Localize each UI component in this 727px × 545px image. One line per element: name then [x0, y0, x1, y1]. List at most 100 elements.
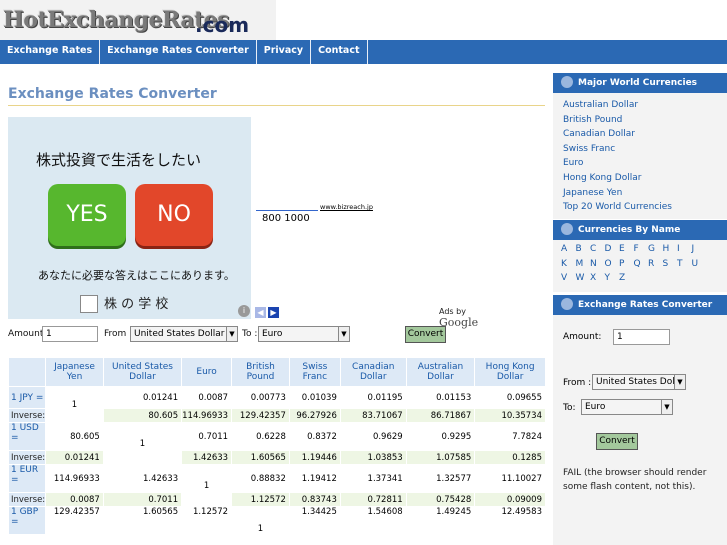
letter-link[interactable]: F: [634, 244, 649, 259]
table-cell: 0.01153: [405, 386, 476, 409]
to-select[interactable]: Euro ▼: [258, 326, 350, 342]
letter-link[interactable]: G: [648, 244, 663, 259]
letter-link[interactable]: D: [605, 244, 620, 259]
flash-fail-message: FAIL (the browser should render some fla…: [563, 468, 707, 492]
from-select-value: United States Doll: [596, 377, 678, 387]
letter-link[interactable]: R: [648, 259, 663, 274]
ad-no-button[interactable]: NO: [135, 184, 213, 246]
corner-cell: [7, 357, 47, 387]
letter-link[interactable]: Z: [619, 273, 634, 288]
rates-table: Japanese Yen United States Dollar Euro B…: [7, 357, 546, 535]
major-currencies-panel: Major World Currencies Australian Dollar…: [553, 73, 727, 219]
table-cell: 0.83743: [288, 492, 341, 507]
letter-link[interactable]: H: [663, 244, 678, 259]
letter-link[interactable]: N: [590, 259, 605, 274]
logo-suffix: .com: [195, 13, 250, 37]
col-header[interactable]: Australian Dollar: [405, 357, 476, 387]
letter-link[interactable]: J: [692, 244, 707, 259]
letter-link[interactable]: M: [576, 259, 591, 274]
nav-contact[interactable]: Contact: [311, 40, 368, 64]
nav-privacy[interactable]: Privacy: [257, 40, 312, 64]
table-row: 1 EUR = 114.96933 1.42633 1 0.88832 1.19…: [7, 464, 546, 507]
sidebar-item-top-20[interactable]: Top 20 World Currencies: [553, 200, 727, 215]
panel-title: Currencies By Name: [578, 225, 681, 235]
letter-link[interactable]: V: [561, 273, 576, 288]
row-label[interactable]: 1 JPY =: [7, 386, 47, 409]
inverse-label: Inverse:: [7, 492, 47, 507]
sidebar-convert-button[interactable]: Convert: [596, 433, 638, 450]
col-header[interactable]: Canadian Dollar: [339, 357, 407, 387]
to-select-value: Euro: [262, 329, 283, 339]
from-select[interactable]: United States Dollar ▼: [130, 326, 238, 342]
ad-next-arrow-icon[interactable]: ▶: [268, 307, 279, 318]
ad-info-icon[interactable]: i: [238, 305, 250, 317]
letter-link[interactable]: Q: [634, 259, 649, 274]
sidebar-item-australian-dollar[interactable]: Australian Dollar: [553, 98, 727, 113]
globe-icon: [561, 223, 573, 235]
col-header[interactable]: Japanese Yen: [45, 357, 104, 387]
sidebar-item-euro[interactable]: Euro: [553, 156, 727, 171]
sidebar-from-select[interactable]: United States Doll ▼: [592, 374, 686, 390]
letter-link[interactable]: I: [677, 244, 692, 259]
letter-link[interactable]: P: [619, 259, 634, 274]
table-cell: 0.00773: [231, 386, 290, 409]
sidebar-converter-panel: Exchange Rates Converter Amount: From : …: [553, 295, 727, 545]
col-header[interactable]: United States Dollar: [102, 357, 183, 387]
nav-exchange-rates-converter[interactable]: Exchange Rates Converter: [100, 40, 257, 64]
ad-yes-button[interactable]: YES: [48, 184, 126, 246]
ads-by-google[interactable]: Ads by Google: [439, 307, 498, 329]
chevron-down-icon: ▼: [226, 327, 237, 341]
letter-link[interactable]: U: [692, 259, 707, 274]
convert-button[interactable]: Convert: [405, 326, 446, 343]
nav-exchange-rates[interactable]: Exchange Rates: [0, 40, 101, 64]
to-label: To :: [242, 329, 258, 339]
sidebar-item-japanese-yen[interactable]: Japanese Yen: [553, 186, 727, 201]
main-nav: Exchange Rates Exchange Rates Converter …: [0, 40, 727, 64]
table-cell: 83.71067: [339, 408, 407, 423]
col-header[interactable]: British Pound: [231, 357, 290, 387]
site-logo[interactable]: HotExchangeRates .com: [0, 0, 276, 40]
letter-link[interactable]: A: [561, 244, 576, 259]
letter-link[interactable]: Y: [605, 273, 620, 288]
letter-link[interactable]: X: [590, 273, 605, 288]
row-label[interactable]: 1 GBP =: [7, 506, 47, 535]
letter-index: A B C D E F G H I J K M N O P Q R S T U V W X Y Z: [553, 240, 727, 292]
ad-link[interactable]: www.bizreach.jp: [320, 203, 373, 211]
panel-body: Australian Dollar British Pound Canadian…: [553, 93, 727, 219]
sidebar-item-canadian-dollar[interactable]: Canadian Dollar: [553, 127, 727, 142]
col-header[interactable]: Swiss Franc: [288, 357, 341, 387]
school-logo-icon: [80, 295, 98, 313]
table-cell: 1.12572: [181, 506, 233, 535]
table-cell: 0.0087: [45, 492, 104, 507]
letter-link[interactable]: W: [576, 273, 591, 288]
ad-prev-arrow-icon[interactable]: ◀: [255, 307, 266, 318]
letter-link[interactable]: K: [561, 259, 576, 274]
table-cell: 12.49583: [474, 506, 546, 535]
letter-link[interactable]: E: [619, 244, 634, 259]
sidebar-item-hong-kong-dollar[interactable]: Hong Kong Dollar: [553, 171, 727, 186]
table-header-row: Japanese Yen United States Dollar Euro B…: [7, 357, 546, 387]
table-cell: 1.42633: [102, 464, 183, 493]
table-cell: 114.96933: [45, 464, 104, 493]
amount-input[interactable]: [42, 326, 98, 342]
letter-link[interactable]: T: [677, 259, 692, 274]
row-label[interactable]: 1 USD =: [7, 422, 47, 451]
table-cell: 0.72811: [339, 492, 407, 507]
chevron-down-icon: ▼: [338, 327, 349, 341]
row-label[interactable]: 1 EUR =: [7, 464, 47, 493]
sidebar-item-swiss-franc[interactable]: Swiss Franc: [553, 142, 727, 157]
letter-link[interactable]: S: [663, 259, 678, 274]
col-header[interactable]: Hong Kong Dollar: [474, 357, 546, 387]
ad-tagline: あなたに必要な答えはここにあります。: [38, 269, 235, 282]
letter-link[interactable]: C: [590, 244, 605, 259]
panel-title: Major World Currencies: [578, 78, 698, 88]
letter-link[interactable]: B: [576, 244, 591, 259]
panel-body: Amount: From : United States Doll ▼ To: …: [553, 315, 727, 545]
sidebar-amount-input[interactable]: [613, 329, 670, 345]
letter-link[interactable]: O: [605, 259, 620, 274]
col-header[interactable]: Euro: [181, 357, 233, 387]
sidebar-item-british-pound[interactable]: British Pound: [553, 113, 727, 128]
table-cell: 0.09009: [474, 492, 546, 507]
sidebar-to-select[interactable]: Euro ▼: [581, 399, 673, 415]
banner-ad[interactable]: 株式投資で生活をしたい YES NO あなたに必要な答えはここにあります。 株 …: [8, 117, 251, 319]
